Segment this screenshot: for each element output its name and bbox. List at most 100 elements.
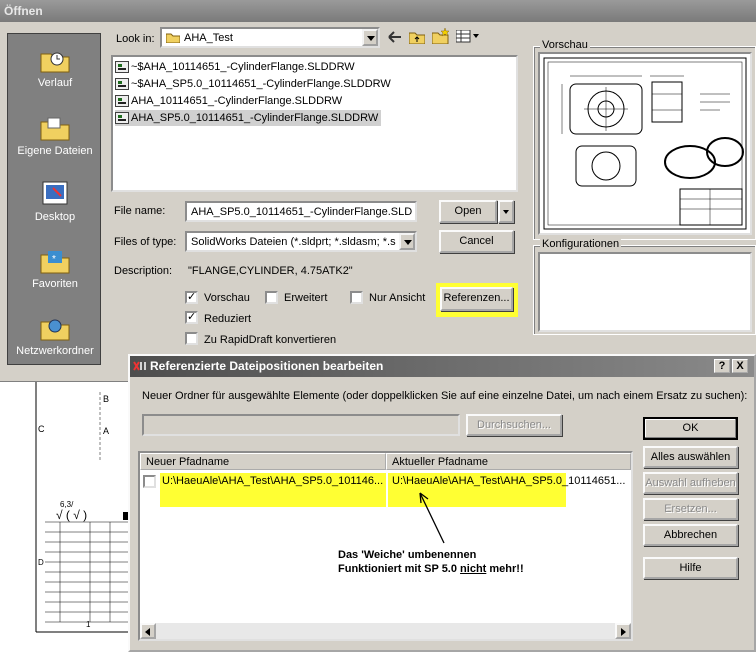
annotation-text: Das 'Weiche' umbenennen Funktioniert mit…	[338, 548, 524, 576]
scroll-left-button[interactable]	[140, 623, 156, 639]
look-in-label: Look in:	[116, 33, 155, 45]
preview-group-label: Vorschau	[540, 39, 590, 51]
drawing-sheet: B A C D 6,3/ √ ( √ ) 1	[0, 382, 130, 652]
close-title-button[interactable]: X	[732, 359, 748, 373]
place-netzwerkordner[interactable]: Netzwerkordner	[8, 314, 102, 374]
place-eigene-dateien[interactable]: Eigene Dateien	[8, 114, 102, 174]
erweitert-checkbox-label: Erweitert	[284, 292, 328, 304]
references-list[interactable]: Neuer Pfadname Aktueller Pfadname U:\Hae…	[138, 451, 633, 641]
documents-folder-icon	[40, 117, 70, 141]
place-desktop[interactable]: Desktop	[8, 180, 102, 240]
deselect-button[interactable]: Auswahl aufheben	[643, 472, 738, 494]
place-label: Netzwerkordner	[16, 345, 94, 357]
chevron-down-icon[interactable]	[362, 29, 378, 46]
places-bar: Verlauf Eigene Dateien Desktop * Favorit…	[7, 33, 101, 365]
grid-label-d: D	[38, 558, 44, 567]
rapiddraft-checkbox[interactable]	[185, 332, 198, 345]
solidworks-icon	[133, 361, 146, 371]
section-label-b: B	[103, 394, 110, 404]
horizontal-scrollbar[interactable]	[140, 623, 631, 639]
reduziert-checkbox[interactable]	[185, 310, 198, 324]
new-folder-input[interactable]	[142, 414, 460, 436]
drawing-file-icon	[115, 78, 129, 90]
ref-dialog-title: Referenzierte Dateipositionen bearbeiten	[150, 359, 384, 373]
drawing-preview-thumbnail	[543, 57, 747, 230]
chevron-down-icon[interactable]	[399, 233, 415, 250]
files-of-type-label: Files of type:	[114, 236, 177, 248]
edit-references-dialog: Referenzierte Dateipositionen bearbeiten…	[128, 354, 756, 652]
ok-button[interactable]: OK	[643, 417, 738, 440]
place-label: Eigene Dateien	[17, 145, 93, 157]
configurations-group-label: Konfigurationen	[540, 238, 622, 250]
file-list[interactable]: ~$AHA_10114651_-CylinderFlange.SLDDRW ~$…	[111, 55, 518, 192]
open-dropdown-button[interactable]	[498, 200, 514, 223]
vorschau-checkbox-label: Vorschau	[204, 292, 250, 304]
file-name-input[interactable]: AHA_SP5.0_10114651_-CylinderFlange.SLDDF	[185, 201, 417, 222]
list-item[interactable]: ~$AHA_10114651_-CylinderFlange.SLDDRW	[115, 59, 355, 75]
files-of-type-select[interactable]: SolidWorks Dateien (*.sldprt; *.sldasm; …	[185, 231, 417, 252]
place-verlauf[interactable]: Verlauf	[8, 46, 102, 106]
annotation-line-1: Das 'Weiche' umbenennen	[338, 549, 477, 561]
new-folder-icon[interactable]	[432, 28, 450, 44]
file-name-value: AHA_SP5.0_10114651_-CylinderFlange.SLDDF	[191, 206, 413, 218]
file-name: AHA_SP5.0_10114651_-CylinderFlange.SLDDR…	[131, 112, 379, 124]
scroll-right-button[interactable]	[615, 623, 631, 639]
open-file-dialog: Öffnen Verlauf Eigene Dateien Desktop * …	[0, 0, 756, 382]
files-of-type-value: SolidWorks Dateien (*.sldprt; *.sldasm; …	[191, 236, 396, 248]
page-number: 1	[86, 620, 91, 629]
description-label: Description:	[114, 265, 173, 277]
drawing-file-icon	[115, 112, 129, 124]
look-in-combo[interactable]: AHA_Test	[160, 27, 380, 48]
column-header-current-path[interactable]: Aktueller Pfadname	[386, 453, 631, 470]
browse-button[interactable]: Durchsuchen...	[466, 414, 562, 436]
file-name: ~$AHA_10114651_-CylinderFlange.SLDDRW	[131, 61, 355, 73]
ref-dialog-title-bar: Referenzierte Dateipositionen bearbeiten…	[130, 356, 754, 377]
instruction-text: Neuer Ordner für ausgewählte Elemente (o…	[142, 390, 748, 402]
back-arrow-icon[interactable]	[388, 31, 402, 43]
rapiddraft-checkbox-label: Zu RapidDraft konvertieren	[204, 334, 337, 346]
replace-button[interactable]: Ersetzen...	[643, 498, 738, 520]
place-label: Verlauf	[37, 77, 73, 89]
network-folder-icon	[40, 319, 70, 341]
chevron-down-icon	[503, 210, 509, 214]
file-name: ~$AHA_SP5.0_10114651_-CylinderFlange.SLD…	[131, 78, 391, 90]
file-name: AHA_10114651_-CylinderFlange.SLDDRW	[131, 95, 343, 107]
desktop-icon	[42, 181, 68, 205]
folder-icon	[166, 33, 180, 43]
abort-button[interactable]: Abbrechen	[643, 524, 738, 546]
list-item-selected[interactable]: AHA_SP5.0_10114651_-CylinderFlange.SLDDR…	[115, 110, 382, 126]
history-folder-icon	[40, 52, 70, 73]
erweitert-checkbox[interactable]	[265, 291, 278, 304]
new-path-cell: U:\HaeuAle\AHA_Test\AHA_SP5.0_101146...	[162, 475, 384, 487]
section-label-a: A	[103, 426, 110, 436]
view-menu-icon[interactable]	[456, 30, 480, 43]
svg-text:*: *	[52, 254, 56, 265]
open-dialog-title: Öffnen	[0, 0, 756, 22]
list-item[interactable]: ~$AHA_SP5.0_10114651_-CylinderFlange.SLD…	[115, 76, 391, 92]
favorites-folder-icon: *	[40, 251, 70, 274]
nur-ansicht-checkbox[interactable]	[350, 291, 363, 304]
annotation-arrow	[419, 492, 445, 544]
select-all-button[interactable]: Alles auswählen	[643, 446, 738, 468]
list-item[interactable]: AHA_10114651_-CylinderFlange.SLDDRW	[115, 93, 342, 109]
configurations-list[interactable]	[538, 252, 752, 332]
vorschau-checkbox[interactable]	[185, 290, 198, 304]
preview-image	[538, 52, 752, 235]
table-row[interactable]: U:\HaeuAle\AHA_Test\AHA_SP5.0_101146... …	[142, 473, 631, 507]
references-button[interactable]: Referenzen...	[440, 287, 513, 311]
drawing-file-icon	[115, 61, 129, 73]
cancel-button[interactable]: Cancel	[439, 230, 514, 253]
column-header-new-path[interactable]: Neuer Pfadname	[140, 453, 386, 470]
row-checkbox[interactable]	[143, 475, 156, 488]
place-favoriten[interactable]: * Favoriten	[8, 247, 102, 307]
drawing-file-icon	[115, 95, 129, 107]
place-label: Desktop	[34, 211, 76, 223]
roughness-symbol: √ ( √ )	[56, 508, 88, 522]
help-title-button[interactable]: ?	[714, 359, 730, 373]
look-in-value: AHA_Test	[184, 32, 233, 44]
help-button[interactable]: Hilfe	[643, 557, 738, 579]
up-folder-icon[interactable]	[409, 29, 425, 44]
open-button[interactable]: Open	[439, 200, 497, 223]
reduziert-checkbox-label: Reduziert	[204, 313, 252, 325]
grid-label-c: C	[38, 424, 45, 434]
